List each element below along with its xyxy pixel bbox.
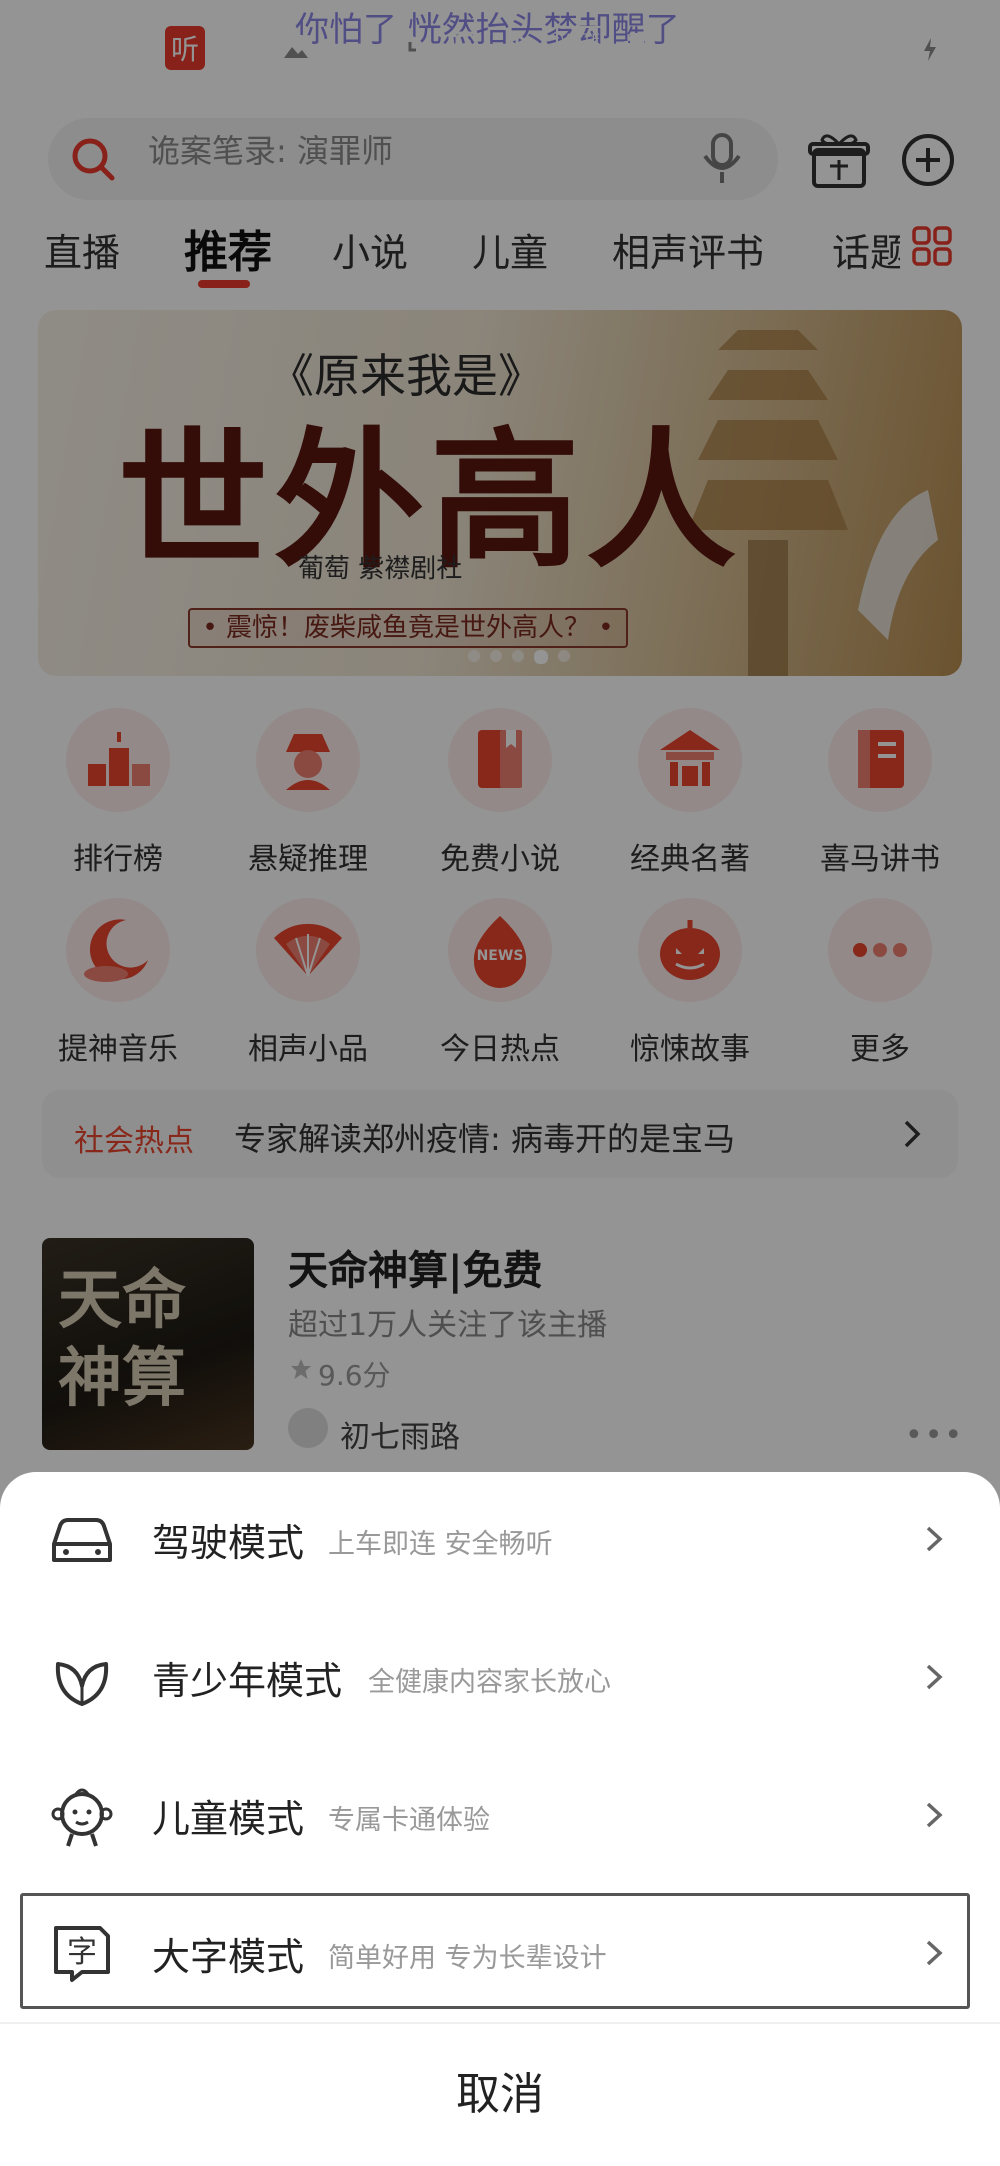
app-screen: 08:53 你怕了 恍然抬头梦却醒了 听 听 VoLTE 2 4G 4G 100… [0,0,1000,2166]
mode-title: 儿童模式 [152,1797,305,1841]
mode-subtitle: 简单好用 专为长辈设计 [328,1943,607,1974]
mode-title: 大字模式 [152,1935,305,1979]
chevron-right-icon [926,1802,943,1828]
mode-title: 青少年模式 [152,1659,343,1703]
large-text-icon-glyph: 字 [67,1935,97,1970]
large-text-icon: 字 [54,1926,110,1982]
mode-row-driving[interactable]: 驾驶模式 上车即连 安全畅听 [0,1482,1000,1602]
leaf-icon [55,1662,109,1706]
mode-subtitle: 上车即连 安全畅听 [328,1529,553,1560]
mode-subtitle: 全健康内容家长放心 [368,1667,611,1698]
mode-row-teen[interactable]: 青少年模式 全健康内容家长放心 [0,1620,1000,1740]
child-icon [51,1788,113,1847]
car-icon [52,1518,112,1562]
mode-subtitle: 专属卡通体验 [328,1805,490,1836]
cancel-button[interactable]: 取消 [0,2024,1000,2166]
mode-row-large-text[interactable]: 字 大字模式 简单好用 专为长辈设计 [0,1896,1000,2016]
mode-row-children[interactable]: 儿童模式 专属卡通体验 [0,1758,1000,1878]
mode-title: 驾驶模式 [152,1521,305,1565]
chevron-right-icon [926,1526,943,1552]
chevron-right-icon [926,1940,943,1966]
chevron-right-icon [926,1664,943,1690]
